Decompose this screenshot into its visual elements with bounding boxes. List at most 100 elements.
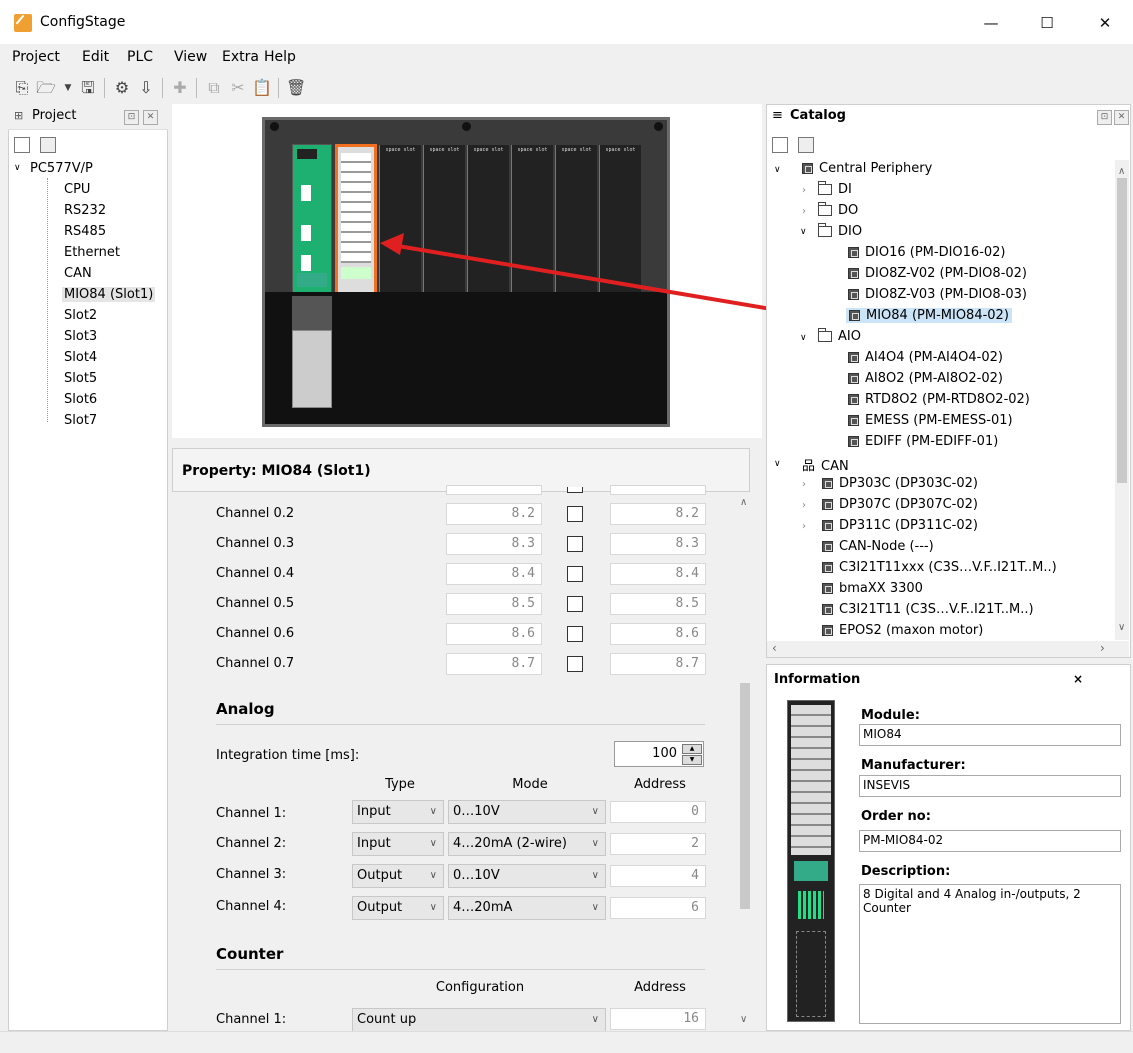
channel-value-input[interactable]: 8.7 [446, 653, 542, 675]
channel-value-input[interactable]: 8.5 [610, 593, 706, 615]
type-select[interactable]: Output ∨ [352, 864, 444, 888]
type-select[interactable]: Input ∨ [352, 800, 444, 824]
catalog-item-ai8o2[interactable]: AI8O2 (PM-AI8O2-02) [848, 371, 1003, 386]
tree-item-rs232[interactable]: RS232 [64, 203, 106, 218]
menu-project[interactable]: Project [12, 49, 60, 65]
collapse-all-icon[interactable] [772, 137, 788, 153]
catalog-item-dp307c[interactable]: DP307C (DP307C-02) [822, 497, 978, 512]
manufacturer-field[interactable]: INSEVIS [859, 775, 1121, 797]
menu-plc[interactable]: PLC [127, 49, 153, 65]
tree-item-ethernet[interactable]: Ethernet [64, 245, 120, 260]
tree-item-cpu[interactable]: CPU [64, 182, 90, 197]
catalog-hscrollbar[interactable] [767, 641, 1129, 657]
tree-item-slot2[interactable]: Slot2 [64, 308, 97, 323]
open-dropdown-icon[interactable]: ▼ [58, 78, 78, 98]
scroll-down-icon[interactable]: ∨ [1118, 622, 1125, 633]
expand-all-icon[interactable] [40, 137, 56, 153]
catalog-item-ediff[interactable]: EDIFF (PM-EDIFF-01) [848, 434, 998, 449]
chevron-right-icon[interactable]: › [802, 479, 806, 490]
chevron-down-icon[interactable]: ∨ [774, 165, 781, 175]
tree-item-rs485[interactable]: RS485 [64, 224, 106, 239]
type-select[interactable]: Input ∨ [352, 832, 444, 856]
expand-all-icon[interactable] [798, 137, 814, 153]
channel-value-input[interactable]: 8.2 [446, 503, 542, 525]
catalog-central-periphery[interactable]: Central Periphery [802, 161, 932, 176]
address-input[interactable]: 16 [610, 1008, 706, 1030]
menu-edit[interactable]: Edit [82, 49, 109, 65]
pin-icon[interactable]: ⊡ [1097, 110, 1112, 125]
menu-extra[interactable]: Extra [222, 49, 259, 65]
scrollbar-thumb[interactable] [1117, 178, 1127, 483]
tree-item-slot4[interactable]: Slot4 [64, 350, 97, 365]
scroll-left-icon[interactable]: ‹ [772, 641, 777, 655]
download-to-plc-icon[interactable]: ⇩ [136, 78, 156, 98]
chevron-right-icon[interactable]: › [802, 500, 806, 511]
checkbox[interactable] [567, 487, 583, 493]
catalog-item-epos2[interactable]: EPOS2 (maxon motor) [822, 623, 983, 638]
catalog-item-can-node[interactable]: CAN-Node (---) [822, 539, 934, 554]
channel-value-input[interactable]: 8.4 [446, 563, 542, 585]
cut-icon[interactable]: ✂ [228, 78, 248, 98]
address-input[interactable] [446, 485, 542, 495]
channel-checkbox[interactable] [567, 626, 583, 642]
channel-value-input[interactable]: 8.2 [610, 503, 706, 525]
channel-checkbox[interactable] [567, 506, 583, 522]
tree-item-slot6[interactable]: Slot6 [64, 392, 97, 407]
channel-checkbox[interactable] [567, 566, 583, 582]
address-input[interactable]: 4 [610, 865, 706, 887]
channel-checkbox[interactable] [567, 656, 583, 672]
catalog-item-c3i21t11[interactable]: C3I21T11 (C3S…V.F..I21T..M..) [822, 602, 1034, 617]
add-icon[interactable]: ✚ [170, 78, 190, 98]
channel-value-input[interactable]: 8.6 [446, 623, 542, 645]
chevron-down-icon[interactable]: ∨ [14, 163, 21, 173]
channel-value-input[interactable]: 8.5 [446, 593, 542, 615]
paste-icon[interactable]: 📋 [252, 78, 272, 98]
chevron-right-icon[interactable]: › [802, 521, 806, 532]
cpu-module[interactable] [292, 144, 332, 296]
delete-icon[interactable]: 🗑 [286, 78, 306, 98]
settings-icon[interactable]: ⚙ [112, 78, 132, 98]
catalog-item-ai4o4[interactable]: AI4O4 (PM-AI4O4-02) [848, 350, 1003, 365]
module-field[interactable]: MIO84 [859, 724, 1121, 746]
chevron-right-icon[interactable]: › [802, 206, 806, 217]
channel-checkbox[interactable] [567, 596, 583, 612]
scroll-right-icon[interactable]: › [1100, 641, 1105, 655]
order-no-field[interactable]: PM-MIO84-02 [859, 830, 1121, 852]
scroll-up-icon[interactable]: ∧ [1118, 166, 1125, 177]
catalog-item-dio8z-v02[interactable]: DIO8Z-V02 (PM-DIO8-02) [848, 266, 1027, 281]
copy-icon[interactable]: ⧉ [204, 78, 224, 98]
catalog-folder-do[interactable]: DO [818, 202, 858, 218]
catalog-folder-aio[interactable]: AIO [818, 328, 861, 344]
catalog-item-dp303c[interactable]: DP303C (DP303C-02) [822, 476, 978, 491]
catalog-can[interactable]: 品 CAN [802, 455, 849, 474]
mode-select[interactable]: 0…10V ∨ [448, 864, 606, 888]
tree-item-slot3[interactable]: Slot3 [64, 329, 97, 344]
catalog-item-dio8z-v03[interactable]: DIO8Z-V03 (PM-DIO8-03) [848, 287, 1027, 302]
mode-select[interactable]: 4…20mA (2-wire) ∨ [448, 832, 606, 856]
save-icon[interactable]: 🖫 [78, 78, 98, 98]
catalog-folder-dio[interactable]: DIO [818, 223, 862, 239]
catalog-item-bmaxx[interactable]: bmaXX 3300 [822, 581, 923, 596]
address-input[interactable]: 0 [610, 801, 706, 823]
channel-value-input[interactable]: 8.7 [610, 653, 706, 675]
channel-value-input[interactable]: 8.3 [610, 533, 706, 555]
maximize-button[interactable]: ☐ [1024, 8, 1070, 38]
counter-config-select[interactable]: Count up ∨ [352, 1008, 606, 1032]
scroll-up-icon[interactable]: ∧ [740, 497, 747, 508]
address-input[interactable] [610, 485, 706, 495]
close-icon[interactable]: × [1073, 672, 1083, 686]
tree-item-slot5[interactable]: Slot5 [64, 371, 97, 386]
close-panel-icon[interactable]: ✕ [1114, 110, 1129, 125]
mode-select[interactable]: 0…10V ∨ [448, 800, 606, 824]
menu-view[interactable]: View [174, 49, 207, 65]
chevron-down-icon[interactable]: ∨ [774, 459, 781, 469]
channel-value-input[interactable]: 8.6 [610, 623, 706, 645]
close-panel-icon[interactable]: ✕ [143, 110, 158, 125]
pin-icon[interactable]: ⊡ [124, 110, 139, 125]
description-field[interactable]: 8 Digital and 4 Analog in-/outputs, 2 Co… [859, 884, 1121, 1024]
type-select[interactable]: Output ∨ [352, 896, 444, 920]
chevron-down-icon[interactable]: ∨ [800, 333, 807, 343]
mode-select[interactable]: 4…20mA ∨ [448, 896, 606, 920]
catalog-item-rtd8o2[interactable]: RTD8O2 (PM-RTD8O2-02) [848, 392, 1030, 407]
catalog-folder-di[interactable]: DI [818, 181, 852, 197]
